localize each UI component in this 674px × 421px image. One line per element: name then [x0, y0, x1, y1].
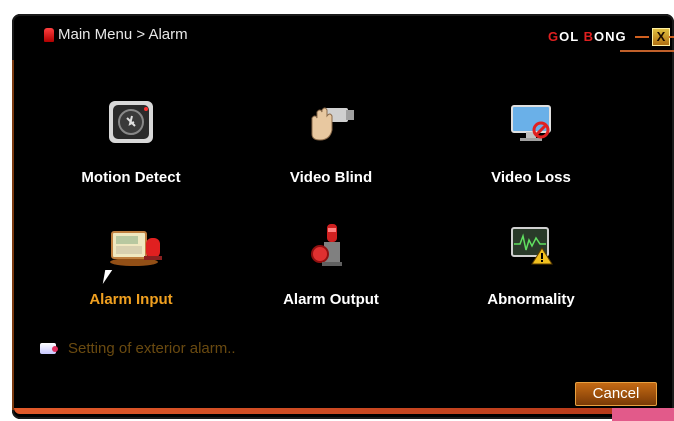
close-frame-line-right	[669, 36, 674, 38]
close-button[interactable]: X	[652, 28, 670, 46]
close-frame-line	[635, 36, 649, 38]
menu-item-abnormality[interactable]: Abnormality	[456, 218, 606, 308]
menu-item-alarm-input[interactable]: Alarm Input	[56, 218, 206, 308]
menu-item-alarm-output[interactable]: Alarm Output	[256, 218, 406, 308]
menu-item-label: Alarm Input	[89, 291, 173, 308]
menu-item-label: Video Blind	[289, 169, 373, 186]
alarm-input-icon	[106, 218, 162, 268]
window-frame-top-right	[620, 50, 674, 52]
alarm-menu-window	[12, 14, 674, 419]
motion-detect-icon	[106, 96, 156, 146]
menu-item-video-loss[interactable]: Video Loss	[456, 96, 606, 186]
window-frame-bottom	[14, 408, 614, 414]
abnormality-icon	[506, 218, 556, 268]
alarm-output-icon	[306, 218, 356, 268]
video-blind-icon	[306, 96, 356, 146]
window-frame-corner	[612, 408, 674, 421]
window-frame-left	[12, 60, 14, 410]
brand-logo: GOL BONG	[548, 29, 627, 44]
video-loss-icon	[506, 96, 556, 146]
menu-item-motion-detect[interactable]: Motion Detect	[56, 96, 206, 186]
alarm-siren-icon	[44, 28, 54, 42]
menu-item-label: Motion Detect	[81, 169, 181, 186]
menu-item-video-blind[interactable]: Video Blind	[256, 96, 406, 186]
cancel-button[interactable]: Cancel	[575, 382, 657, 406]
breadcrumb: Main Menu > Alarm	[58, 26, 188, 43]
status-alarm-icon	[40, 343, 58, 354]
menu-item-label: Video Loss	[491, 169, 571, 186]
menu-item-label: Abnormality	[487, 291, 575, 308]
status-text: Setting of exterior alarm..	[68, 340, 236, 357]
menu-item-label: Alarm Output	[283, 291, 379, 308]
